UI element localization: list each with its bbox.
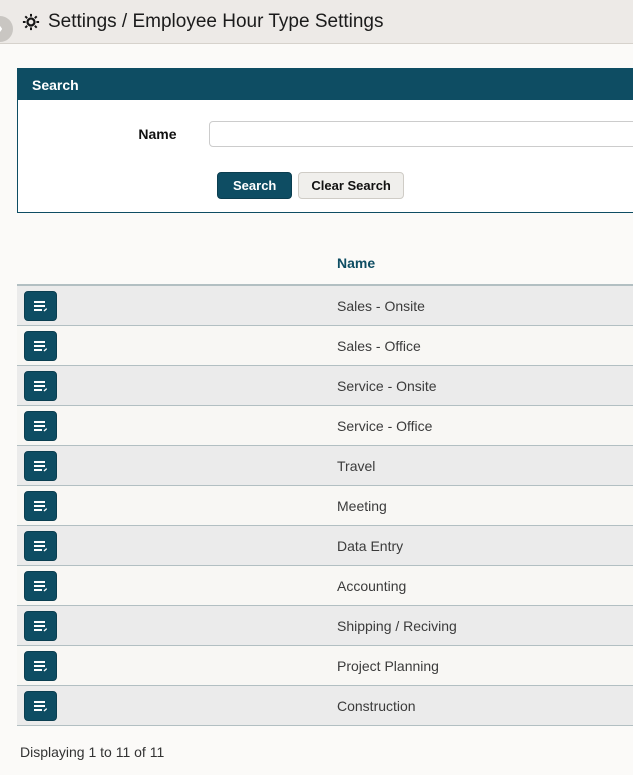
row-name: Accounting: [337, 577, 407, 594]
list-edit-icon: [34, 540, 47, 551]
row-action-button[interactable]: [24, 291, 57, 321]
table-row: Sales - Onsite: [17, 286, 633, 326]
page-header: Settings / Employee Hour Type Settings: [0, 0, 633, 44]
row-name: Service - Office: [337, 417, 433, 434]
row-action-button[interactable]: [24, 491, 57, 521]
search-button-row: Search Clear Search: [217, 172, 633, 199]
column-header-name: Name: [337, 255, 376, 271]
pagination-status: Displaying 1 to 11 of 11: [20, 744, 165, 760]
search-panel-header: Search: [18, 69, 633, 100]
page-title: Settings / Employee Hour Type Settings: [48, 10, 384, 32]
row-name: Shipping / Reciving: [337, 617, 457, 634]
row-action-button[interactable]: [24, 651, 57, 681]
search-panel: Search Name Search Clear Search: [17, 68, 633, 213]
row-name: Project Planning: [337, 657, 439, 674]
table-row: Service - Onsite: [17, 366, 633, 406]
row-action-button[interactable]: [24, 611, 57, 641]
list-edit-icon: [34, 300, 47, 311]
row-name: Service - Onsite: [337, 377, 437, 394]
search-panel-title: Search: [32, 76, 79, 93]
row-action-button[interactable]: [24, 571, 57, 601]
employee-hour-type-settings-page: Settings / Employee Hour Type Settings ›…: [0, 0, 633, 775]
name-field-label: Name: [138, 126, 177, 142]
table-row: Sales - Office: [17, 326, 633, 366]
search-panel-body: Name Search Clear Search: [18, 100, 633, 212]
gear-icon: [22, 13, 40, 31]
table-row: Construction: [17, 686, 633, 726]
table-row: Travel: [17, 446, 633, 486]
list-edit-icon: [34, 660, 47, 671]
table-row: Service - Office: [17, 406, 633, 446]
list-edit-icon: [34, 380, 47, 391]
list-edit-icon: [34, 460, 47, 471]
list-edit-icon: [34, 420, 47, 431]
list-edit-icon: [34, 580, 47, 591]
row-name: Sales - Onsite: [337, 297, 425, 314]
row-action-button[interactable]: [24, 411, 57, 441]
clear-search-button[interactable]: Clear Search: [298, 172, 404, 199]
row-name: Meeting: [337, 497, 387, 514]
table-row: Shipping / Reciving: [17, 606, 633, 646]
hour-type-table: Name Sales - Onsite Sales - Office Servi…: [17, 240, 633, 726]
row-name: Construction: [337, 697, 416, 714]
name-input[interactable]: [208, 121, 633, 147]
row-action-button[interactable]: [24, 331, 57, 361]
table-row: Data Entry: [17, 526, 633, 566]
row-name: Travel: [337, 457, 376, 474]
row-action-button[interactable]: [24, 531, 57, 561]
name-form-row: Name: [18, 121, 633, 147]
list-edit-icon: [34, 620, 47, 631]
table-row: Project Planning: [17, 646, 633, 686]
row-name: Sales - Office: [337, 337, 421, 354]
row-action-button[interactable]: [24, 691, 57, 721]
search-button[interactable]: Search: [217, 172, 293, 199]
table-body: Sales - Onsite Sales - Office Service - …: [17, 284, 633, 726]
table-row: Meeting: [17, 486, 633, 526]
chevron-right-icon: ›: [0, 21, 3, 37]
table-row: Accounting: [17, 566, 633, 606]
row-name: Data Entry: [337, 537, 404, 554]
list-edit-icon: [34, 340, 47, 351]
list-edit-icon: [34, 500, 47, 511]
row-action-button[interactable]: [24, 451, 57, 481]
table-header-row: Name: [17, 240, 633, 284]
list-edit-icon: [34, 700, 47, 711]
row-action-button[interactable]: [24, 371, 57, 401]
